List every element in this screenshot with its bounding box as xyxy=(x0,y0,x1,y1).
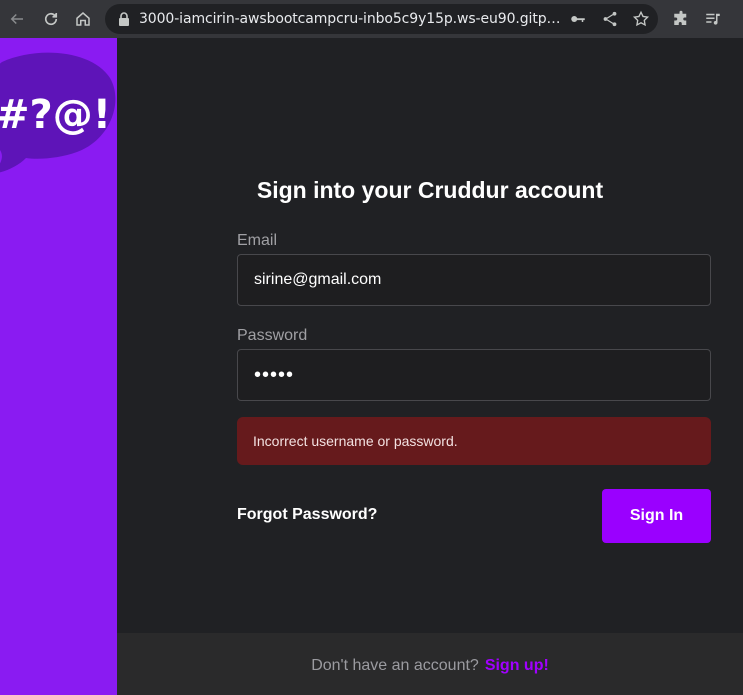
extensions-icon[interactable] xyxy=(670,8,692,30)
home-icon[interactable] xyxy=(72,8,94,30)
password-label: Password xyxy=(237,327,308,344)
url-text[interactable]: 3000-iamcirin-awsbootcampcru-inbo5c9y15p… xyxy=(139,11,564,27)
media-icon[interactable] xyxy=(702,8,724,30)
share-icon[interactable] xyxy=(601,10,619,28)
email-label: Email xyxy=(237,232,278,249)
brand-sidebar: #?@! xyxy=(0,38,117,695)
star-icon[interactable] xyxy=(632,10,650,28)
address-bar[interactable]: 3000-iamcirin-awsbootcampcru-inbo5c9y15p… xyxy=(105,4,658,34)
forgot-password-link[interactable]: Forgot Password? xyxy=(237,506,377,524)
password-field[interactable]: ••••• xyxy=(237,349,711,401)
reload-icon[interactable] xyxy=(40,8,62,30)
signup-footer: Don't have an account? Sign up! xyxy=(117,633,743,695)
page-title: Sign into your Cruddur account xyxy=(256,177,604,203)
cruddur-logo: #?@! xyxy=(0,52,116,173)
signup-question: Don't have an account? xyxy=(311,657,479,674)
sign-up-link[interactable]: Sign up! xyxy=(485,657,549,674)
key-icon[interactable] xyxy=(569,10,587,28)
lock-icon[interactable] xyxy=(117,11,131,27)
svg-text:#?@!: #?@! xyxy=(0,92,111,138)
email-field[interactable] xyxy=(237,254,711,306)
signup-prompt: Don't have an account? Sign up! xyxy=(117,657,743,675)
signin-panel: Sign into your Cruddur account Email Pas… xyxy=(117,38,743,633)
sign-in-button[interactable]: Sign In xyxy=(602,489,711,543)
browser-toolbar: 3000-iamcirin-awsbootcampcru-inbo5c9y15p… xyxy=(0,0,743,38)
back-icon[interactable] xyxy=(6,8,28,30)
error-message: Incorrect username or password. xyxy=(237,417,711,465)
